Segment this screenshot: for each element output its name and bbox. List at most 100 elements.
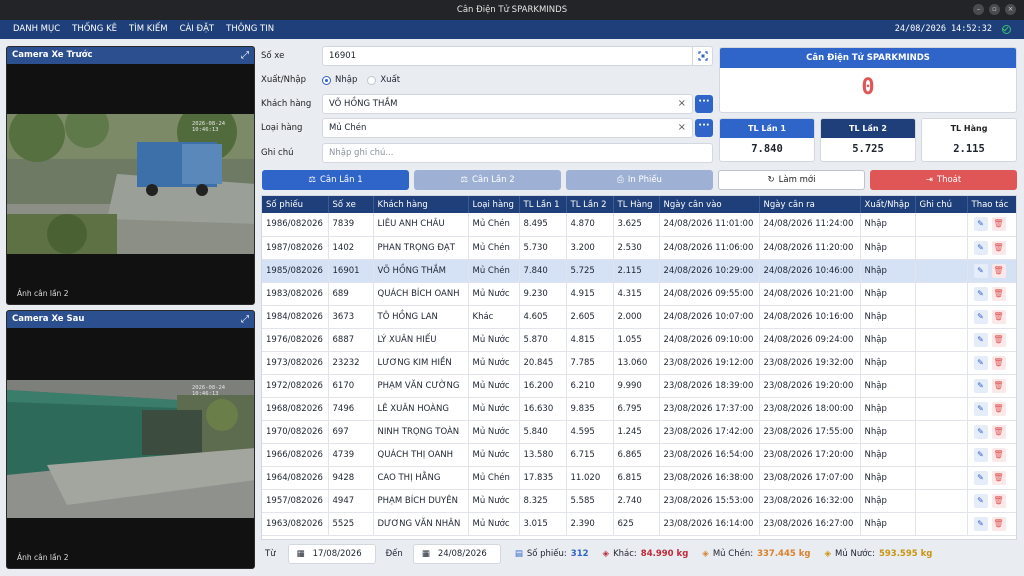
table-cell: Mủ Nước (468, 397, 520, 421)
edit-icon[interactable]: ✎ (973, 424, 988, 439)
print-button[interactable]: ⎙ In Phiếu (566, 170, 713, 190)
table-row[interactable]: 1986/082026 7839 LIÊU ANH CHÂU Mủ Chén 8.495… (262, 213, 1016, 237)
refresh-button[interactable]: ↻ Làm mới (718, 170, 865, 190)
customer-browse-button[interactable]: ··· (695, 95, 713, 113)
edit-icon[interactable]: ✎ (973, 355, 988, 370)
delete-icon[interactable]: 🗑 (991, 470, 1006, 485)
delete-icon[interactable]: 🗑 (991, 217, 1006, 232)
expand-icon[interactable]: ⤢ (241, 311, 249, 328)
delete-icon[interactable]: 🗑 (991, 286, 1006, 301)
to-date-picker[interactable]: ▦ 24/08/2026 (412, 544, 501, 564)
delete-icon[interactable]: 🗑 (991, 447, 1006, 462)
table-row[interactable]: 1973/082026 23232 LƯƠNG KIM HIỀN Mủ Nước 20.… (262, 351, 1016, 375)
edit-icon[interactable]: ✎ (973, 447, 988, 462)
clear-icon[interactable]: × (678, 122, 686, 133)
delete-icon[interactable]: 🗑 (991, 240, 1006, 255)
weigh-second-button[interactable]: ⚖ Cân Lần 2 (414, 170, 561, 190)
col-header[interactable]: TL Lần 2 (566, 196, 614, 213)
menu-item-tim-kiem[interactable]: TÌM KIẾM (123, 20, 174, 39)
weigh-first-button[interactable]: ⚖ Cân Lần 1 (262, 170, 409, 190)
delete-icon[interactable]: 🗑 (991, 332, 1006, 347)
table-cell: Nhập (860, 443, 916, 467)
table-cell: 24/08/2026 09:24:00 (759, 328, 861, 352)
edit-icon[interactable]: ✎ (973, 240, 988, 255)
table-row[interactable]: 1966/082026 4739 QUÁCH THỊ OANH Mủ Nước 13.5… (262, 443, 1016, 467)
radio-xuat[interactable]: Xuất (367, 75, 400, 85)
maximize-icon[interactable]: ▫ (989, 4, 1000, 15)
table-cell: 1972/082026 (262, 374, 329, 398)
clear-icon[interactable]: × (678, 98, 686, 109)
col-header[interactable]: Thao tác (967, 196, 1016, 213)
latex-total-value: 593.595 kg (878, 549, 933, 559)
col-header[interactable]: Khách hàng (373, 196, 469, 213)
goods-browse-button[interactable]: ··· (695, 119, 713, 137)
table-row[interactable]: 1968/082026 7496 LÊ XUÂN HOÀNG Mủ Nước 16.63… (262, 397, 1016, 421)
col-header[interactable]: Ghi chú (915, 196, 968, 213)
edit-icon[interactable]: ✎ (973, 309, 988, 324)
table-cell: 24/08/2026 11:01:00 (659, 213, 760, 237)
delete-icon[interactable]: 🗑 (991, 516, 1006, 531)
delete-icon[interactable]: 🗑 (991, 493, 1006, 508)
table-row[interactable]: 1976/082026 6887 LÝ XUÂN HIẾU Mủ Nước 5.870 4… (262, 328, 1016, 352)
exit-button[interactable]: ⇥ Thoát (870, 170, 1017, 190)
menu-item-cai-dat[interactable]: CÀI ĐẶT (174, 20, 221, 39)
col-header[interactable]: TL Hàng (613, 196, 660, 213)
table-cell: CAO THỊ HẰNG (373, 466, 469, 490)
table-row[interactable]: 1983/082026 689 QUÁCH BÍCH OANH Mủ Nước 9.23… (262, 282, 1016, 306)
col-header[interactable]: Số phiếu (262, 196, 329, 213)
table-row[interactable]: 1984/082026 3673 TÔ HỒNG LAN Khác 4.605 2.605… (262, 305, 1016, 329)
col-header[interactable]: Số xe (328, 196, 374, 213)
menu-item-thong-tin[interactable]: THÔNG TIN (220, 20, 280, 39)
plate-input[interactable]: 16901 (322, 46, 713, 66)
delete-icon[interactable]: 🗑 (991, 401, 1006, 416)
camera-front-title: Camera Xe Trước ⤢ (7, 47, 254, 64)
delete-icon[interactable]: 🗑 (991, 355, 1006, 370)
close-icon[interactable]: × (1005, 4, 1016, 15)
edit-icon[interactable]: ✎ (973, 286, 988, 301)
goods-input[interactable]: Mủ Chén × (322, 118, 693, 138)
edit-icon[interactable]: ✎ (973, 263, 988, 278)
menu-item-thong-ke[interactable]: THỐNG KÊ (66, 20, 123, 39)
table-cell: 13.060 (613, 351, 660, 375)
table-cell: Nhập (860, 512, 916, 536)
scan-plate-icon[interactable] (692, 47, 712, 65)
table-row[interactable]: 1957/082026 4947 PHẠM BÍCH DUYÊN Mủ Nước 8.3… (262, 489, 1016, 513)
table-row[interactable]: 1987/082026 1402 PHAN TRỌNG ĐẠT Mủ Chén 5.73… (262, 236, 1016, 260)
delete-icon[interactable]: 🗑 (991, 378, 1006, 393)
table-cell: 4739 (328, 443, 374, 467)
expand-icon[interactable]: ⤢ (241, 47, 249, 64)
edit-icon[interactable]: ✎ (973, 493, 988, 508)
table-row[interactable]: 1963/082026 5525 DƯƠNG VĂN NHÂN Mủ Nước 3.01… (262, 512, 1016, 536)
table-row[interactable]: 1970/082026 697 NINH TRỌNG TOÀN Mủ Nước 5.84… (262, 420, 1016, 444)
delete-icon[interactable]: 🗑 (991, 309, 1006, 324)
customer-input[interactable]: VÕ HỒNG THẮM × (322, 94, 693, 114)
clock: 24/08/2026 14:52:32 (894, 24, 992, 34)
col-header[interactable]: Loại hàng (468, 196, 520, 213)
edit-icon[interactable]: ✎ (973, 516, 988, 531)
table-cell: 24/08/2026 11:20:00 (759, 236, 861, 260)
edit-icon[interactable]: ✎ (973, 470, 988, 485)
camera-front-panel: Camera Xe Trước ⤢ 2026-08-24 10:46:13 Ản… (6, 46, 255, 305)
col-header[interactable]: Ngày cân ra (759, 196, 861, 213)
edit-icon[interactable]: ✎ (973, 217, 988, 232)
delete-icon[interactable]: 🗑 (991, 424, 1006, 439)
edit-icon[interactable]: ✎ (973, 401, 988, 416)
table-row[interactable]: 1964/082026 9428 CAO THỊ HẰNG Mủ Chén 17.835… (262, 466, 1016, 490)
table-row[interactable]: 1972/082026 6170 PHẠM VĂN CƯỜNG Mủ Nước 16.2… (262, 374, 1016, 398)
table-cell: 5.730 (519, 236, 567, 260)
col-header[interactable]: Xuất/Nhập (860, 196, 916, 213)
note-input[interactable]: Nhập ghi chú... (322, 143, 713, 163)
col-header[interactable]: Ngày cân vào (659, 196, 760, 213)
box-icon: ◈ (702, 549, 709, 559)
radio-nhap[interactable]: Nhập (322, 75, 357, 85)
menu-item-danh-muc[interactable]: DANH MỤC (0, 20, 66, 39)
col-header[interactable]: TL Lần 1 (519, 196, 567, 213)
table-cell (915, 512, 968, 536)
minimize-icon[interactable]: – (973, 4, 984, 15)
table-row[interactable]: 1985/082026 16901 VÕ HỒNG THẮM Mủ Chén 7.840… (262, 259, 1016, 283)
from-date-picker[interactable]: ▦ 17/08/2026 (287, 544, 376, 564)
edit-icon[interactable]: ✎ (973, 332, 988, 347)
edit-icon[interactable]: ✎ (973, 378, 988, 393)
camera-rear-panel: Camera Xe Sau ⤢ 2026-08-24 10:46:13 Ảnh … (6, 310, 255, 569)
delete-icon[interactable]: 🗑 (991, 263, 1006, 278)
